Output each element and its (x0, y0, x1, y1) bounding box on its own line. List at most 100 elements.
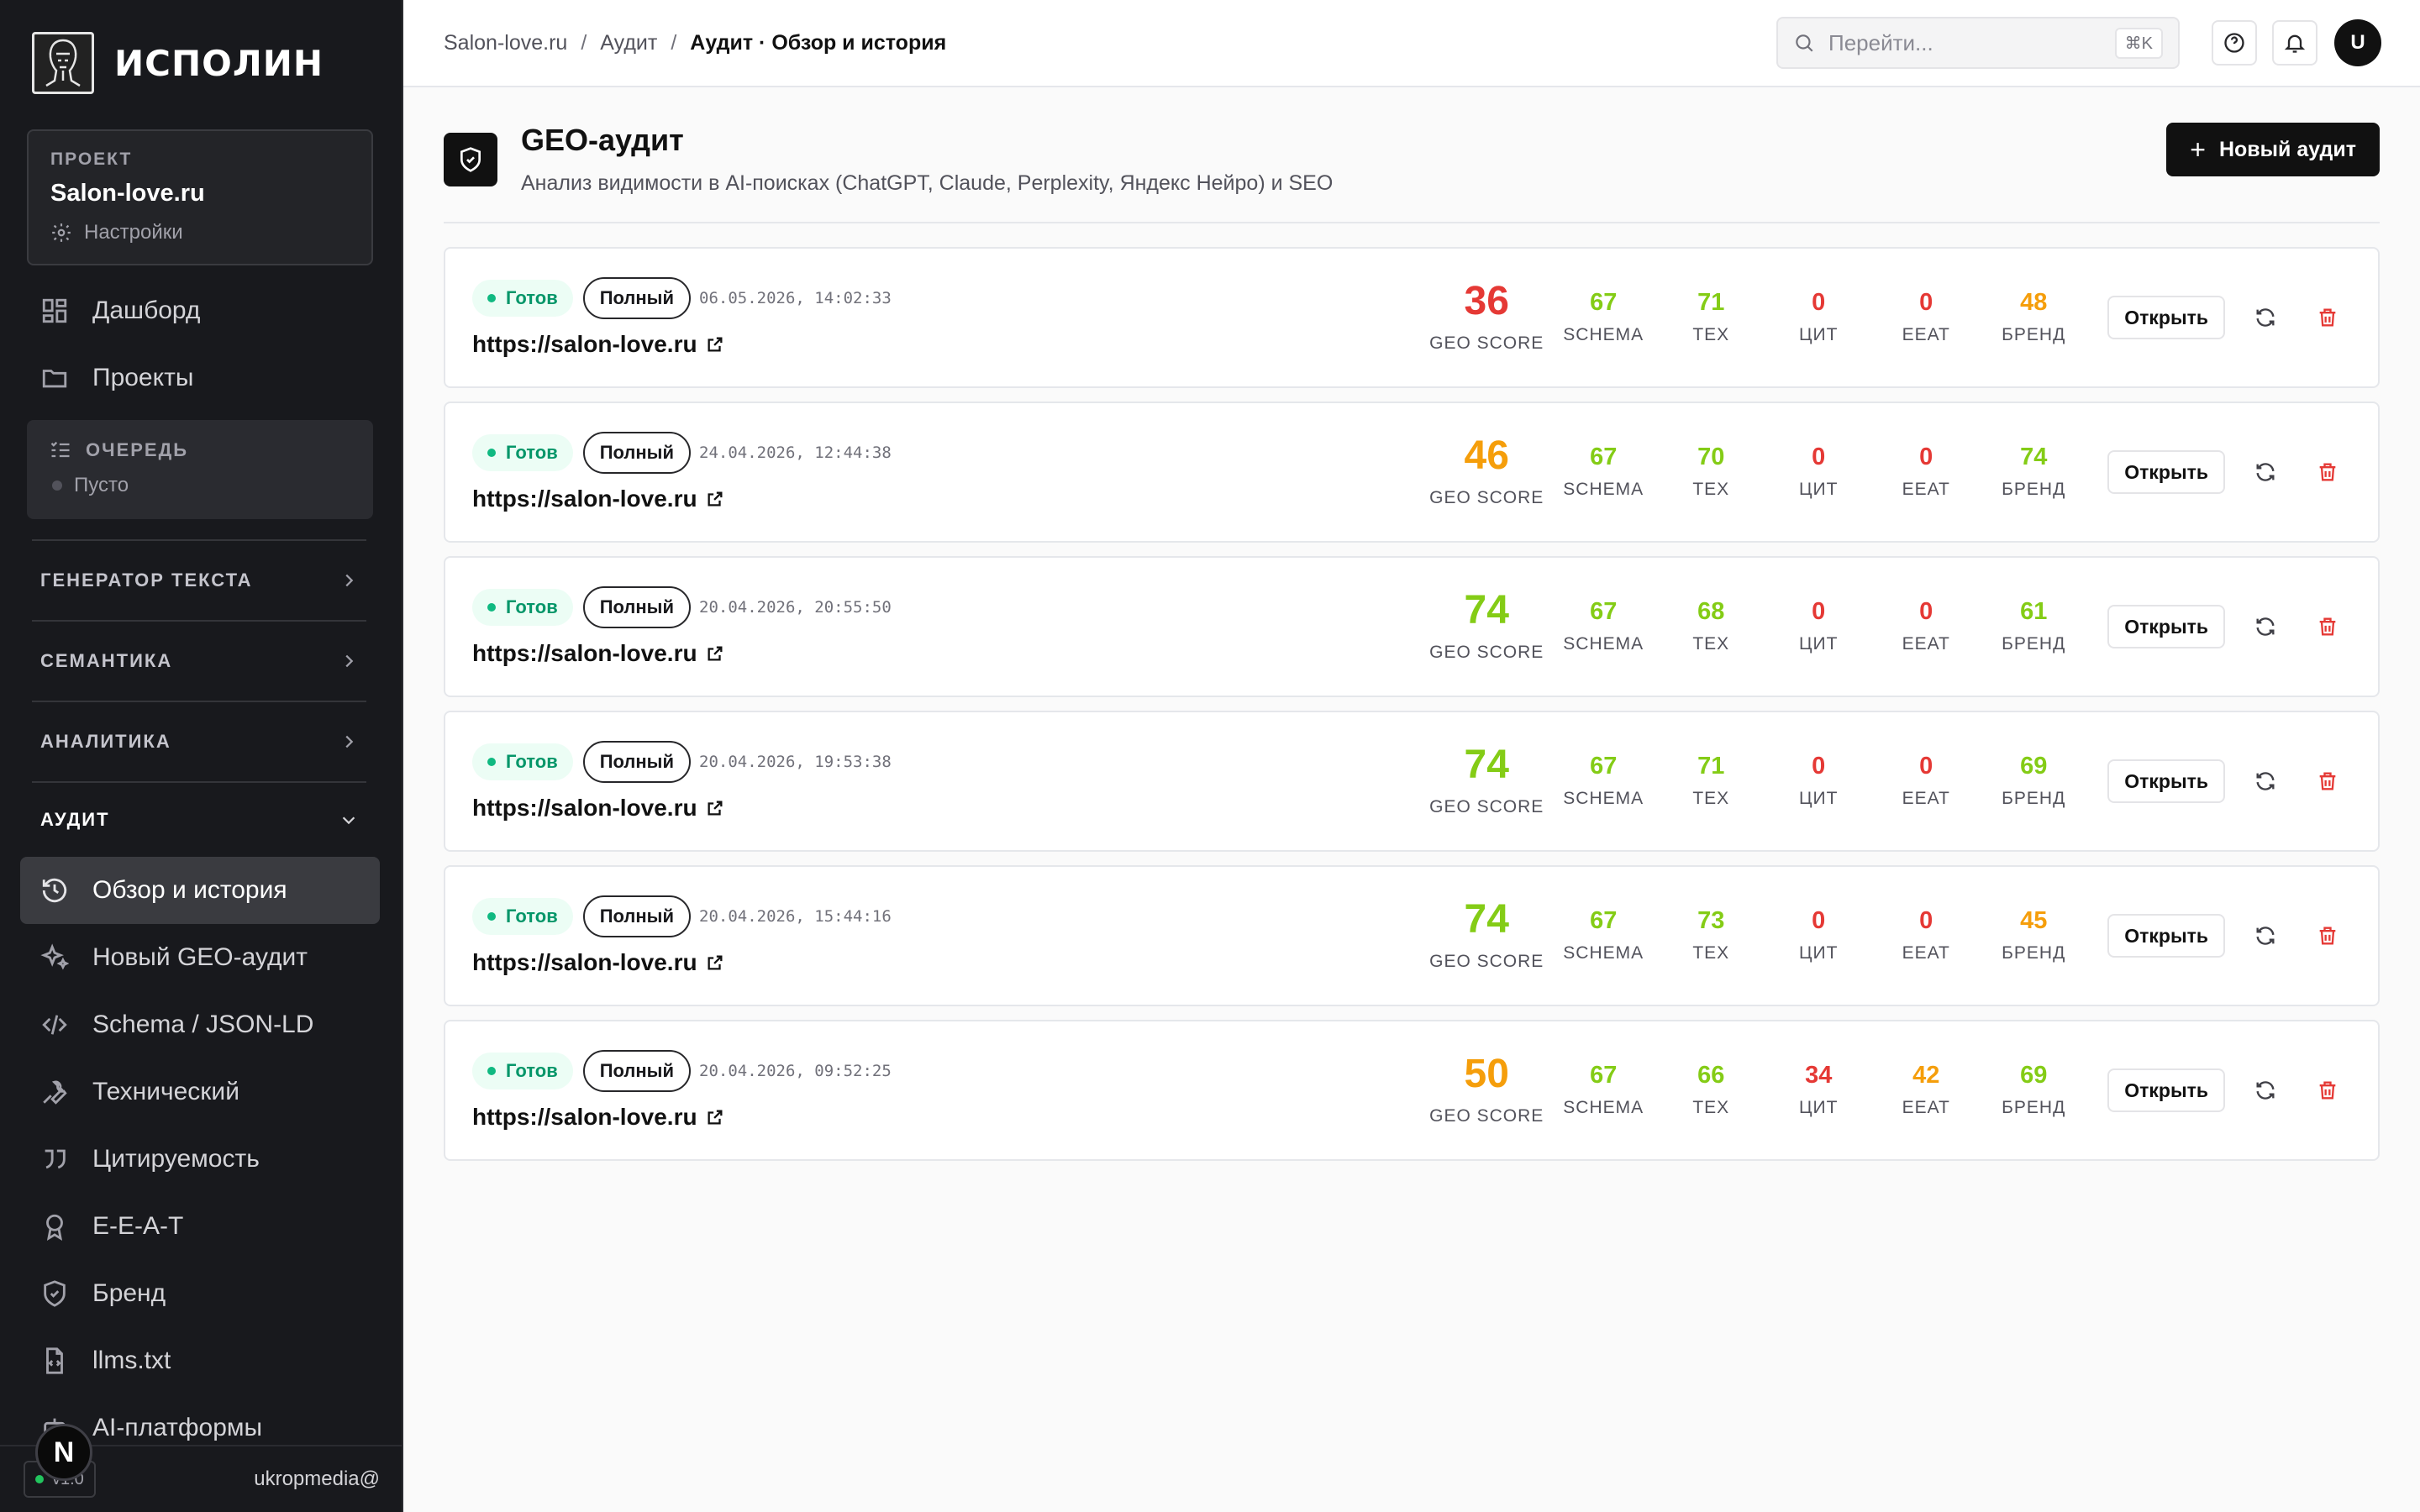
sidebar-item-label: Обзор и история (92, 876, 287, 904)
metric-label: ТЕХ (1692, 324, 1730, 344)
metric-label: SCHEMA (1563, 633, 1644, 654)
footer-user[interactable]: ukropmedia@ (254, 1467, 380, 1491)
geo-score-value: 74 (1464, 743, 1509, 787)
rerun-button[interactable] (2244, 450, 2287, 494)
status-badge: Готов (472, 280, 573, 317)
geo-score: 74 GEO SCORE (1423, 900, 1549, 972)
geo-score-label: GEO SCORE (1429, 797, 1544, 816)
page-subtitle: Анализ видимости в AI-поисках (ChatGPT, … (521, 171, 1334, 195)
search-box[interactable]: ⌘K (1776, 17, 2180, 69)
breadcrumb-separator: / (581, 30, 587, 55)
metric-label: EEAT (1902, 479, 1950, 499)
sidebar-item-new-geo-audit[interactable]: Новый GEO-аудит (20, 924, 380, 991)
nav-item-projects[interactable]: Проекты (0, 344, 402, 412)
audit-url-link[interactable]: https://salon-love.ru (472, 640, 1423, 667)
breadcrumb-audit[interactable]: Аудит (600, 31, 657, 55)
metric-cit: 0 ЦИТ (1765, 906, 1872, 963)
open-button[interactable]: Открыть (2107, 296, 2225, 339)
metric-value: 67 (1590, 906, 1618, 934)
metric-label: ЦИТ (1799, 1097, 1839, 1117)
delete-button[interactable] (2306, 296, 2349, 339)
audit-url-link[interactable]: https://salon-love.ru (472, 331, 1423, 358)
metric-schema: 67 SCHEMA (1549, 444, 1657, 500)
metric-label: ЦИТ (1799, 942, 1839, 963)
audit-list: Готов Полный 06.05.2026, 14:02:33 https:… (403, 223, 2420, 1161)
nav-item-dashboard[interactable]: Дашборд (0, 277, 402, 344)
metric-label: SCHEMA (1563, 1097, 1644, 1117)
delete-button[interactable] (2306, 914, 2349, 958)
status-dot (487, 912, 496, 921)
refresh-icon (2256, 463, 2275, 481)
nextjs-devtools-button[interactable]: N (35, 1424, 92, 1481)
status-dot (487, 294, 496, 302)
open-button[interactable]: Открыть (2107, 914, 2225, 958)
geo-score-label: GEO SCORE (1429, 1106, 1544, 1126)
section-semantics[interactable]: СЕМАНТИКА (0, 622, 402, 701)
rerun-button[interactable] (2244, 1068, 2287, 1112)
refresh-icon (2256, 617, 2275, 636)
sidebar-item-eeat[interactable]: E-E-A-T (20, 1193, 380, 1260)
project-settings-link[interactable]: Настройки (50, 221, 350, 244)
metric-value: 70 (1697, 443, 1725, 470)
section-text-generator[interactable]: ГЕНЕРАТОР ТЕКСТА (0, 541, 402, 620)
metric-label: БРЕНД (2002, 788, 2066, 808)
audit-row: Готов Полный 20.04.2026, 15:44:16 https:… (444, 865, 2380, 1006)
sidebar-item-llms-txt[interactable]: llms.txt (20, 1327, 380, 1394)
metric-value: 0 (1919, 906, 1933, 934)
open-button[interactable]: Открыть (2107, 605, 2225, 648)
status-badge: Готов (472, 743, 573, 780)
status-dot (487, 449, 496, 457)
sidebar-item-overview-history[interactable]: Обзор и история (20, 857, 380, 924)
gear-icon (52, 223, 71, 242)
delete-button[interactable] (2306, 450, 2349, 494)
metric-eeat: 0 EEAT (1872, 906, 1980, 963)
geo-score: 50 GEO SCORE (1423, 1054, 1549, 1126)
audit-url-link[interactable]: https://salon-love.ru (472, 795, 1423, 822)
metric-value: 67 (1590, 288, 1618, 316)
sidebar-item-citation[interactable]: Цитируемость (20, 1126, 380, 1193)
metric-value: 0 (1919, 752, 1933, 780)
notifications-button[interactable] (2272, 20, 2317, 66)
search-shortcut: ⌘K (2114, 27, 2163, 59)
open-button[interactable]: Открыть (2107, 1068, 2225, 1112)
audit-url-link[interactable]: https://salon-love.ru (472, 1104, 1423, 1131)
delete-button[interactable] (2306, 759, 2349, 803)
metric-eeat: 0 EEAT (1872, 599, 1980, 654)
wrench-icon (43, 1080, 67, 1105)
sidebar-item-technical[interactable]: Технический (20, 1058, 380, 1126)
settings-label: Настройки (84, 221, 183, 244)
geo-score-value: 46 (1464, 433, 1509, 478)
brand-logo[interactable]: ИСПОЛИН (0, 0, 402, 126)
rerun-button[interactable] (2244, 605, 2287, 648)
metric-value: 0 (1812, 597, 1826, 625)
sidebar-item-label: E-E-A-T (92, 1212, 184, 1240)
rerun-button[interactable] (2244, 759, 2287, 803)
open-button[interactable]: Открыть (2107, 450, 2225, 494)
section-analytics[interactable]: АНАЛИТИКА (0, 702, 402, 781)
delete-button[interactable] (2306, 605, 2349, 648)
metric-value: 74 (2020, 443, 2048, 470)
search-input[interactable] (1828, 29, 2115, 56)
online-dot (35, 1475, 44, 1483)
open-button[interactable]: Открыть (2107, 759, 2225, 803)
breadcrumb-project[interactable]: Salon-love.ru (444, 31, 567, 55)
sidebar-item-schema[interactable]: Schema / JSON-LD (20, 991, 380, 1058)
sidebar-item-label: Schema / JSON-LD (92, 1011, 314, 1038)
new-audit-button[interactable]: + Новый аудит (2166, 123, 2380, 176)
rerun-button[interactable] (2244, 914, 2287, 958)
metric-label: ТЕХ (1692, 633, 1730, 654)
topbar: Salon-love.ru / Аудит / Аудит · Обзор и … (403, 0, 2420, 87)
project-card[interactable]: ПРОЕКТ Salon-love.ru Настройки (27, 129, 373, 265)
user-avatar[interactable]: U (2334, 19, 2381, 66)
metric-label: БРЕНД (2002, 942, 2066, 963)
metric-label: SCHEMA (1563, 788, 1644, 808)
metric-value: 0 (1812, 906, 1826, 934)
sidebar-item-brand[interactable]: Бренд (20, 1260, 380, 1327)
delete-button[interactable] (2306, 1068, 2349, 1112)
audit-url-link[interactable]: https://salon-love.ru (472, 949, 1423, 976)
metric-label: ТЕХ (1692, 942, 1730, 963)
section-audit[interactable]: АУДИТ (0, 783, 402, 857)
audit-url-link[interactable]: https://salon-love.ru (472, 486, 1423, 512)
rerun-button[interactable] (2244, 296, 2287, 339)
help-button[interactable] (2212, 20, 2257, 66)
